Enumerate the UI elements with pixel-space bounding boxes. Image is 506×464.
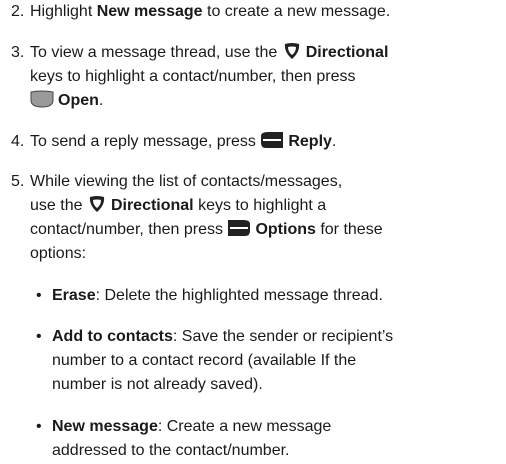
step-text: To send a reply message, press Reply.: [30, 132, 337, 150]
right-softkey-icon: [228, 220, 251, 236]
center-open-key-icon: [30, 90, 54, 108]
open-label: Open: [58, 92, 99, 109]
erase-label: Erase: [52, 287, 96, 304]
bullet-dot: •: [36, 418, 42, 435]
step-text: While viewing the list of contacts/messa…: [30, 173, 383, 262]
step-number: 2.: [11, 3, 25, 20]
add-to-contacts-label: Add to contacts: [52, 328, 173, 345]
new-message-label: New message: [96, 3, 203, 20]
left-softkey-icon: [261, 132, 284, 148]
bullet-dot: •: [36, 287, 42, 304]
reply-label: Reply: [288, 133, 332, 150]
step-number: 5.: [11, 173, 25, 190]
options-label: Options: [255, 221, 316, 238]
step-text: To view a message thread, use the Direct…: [30, 43, 389, 109]
step-number: 4.: [11, 133, 25, 150]
new-message-option-label: New message: [52, 418, 158, 435]
bullet-dot: •: [36, 328, 42, 345]
step-text: Highlight New message to create a new me…: [30, 3, 391, 20]
directional-key-icon: [89, 196, 105, 212]
step-number: 3.: [11, 44, 25, 61]
directional-key-icon: [284, 43, 299, 59]
directional-label: Directional: [305, 44, 389, 61]
directional-label: Directional: [110, 197, 194, 214]
